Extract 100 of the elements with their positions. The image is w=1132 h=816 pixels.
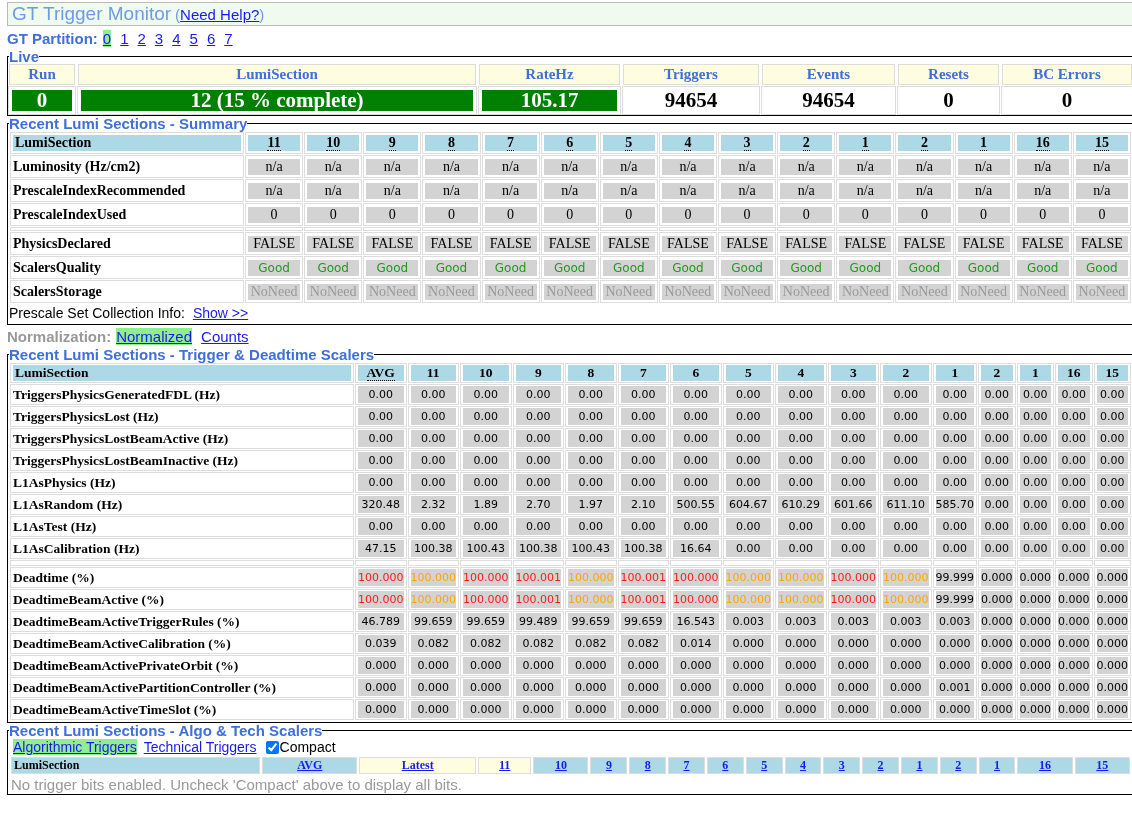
row-label: TriggersPhysicsLost (Hz): [13, 409, 159, 424]
table-cell: 99.999: [935, 591, 974, 608]
normalization-link[interactable]: Counts: [201, 328, 249, 345]
column-header: RateHz: [479, 64, 620, 85]
normalization-label: Normalization:: [7, 328, 112, 345]
table-cell: 100.000: [463, 591, 509, 608]
section-title: Recent Lumi Sections - Trigger & Deadtime Scalers: [9, 347, 375, 362]
column-header: 7: [484, 135, 537, 151]
table-cell: 0.00: [515, 430, 561, 447]
normalization-link[interactable]: Normalized: [116, 328, 193, 345]
column-header: 10: [463, 365, 509, 381]
column-link[interactable]: 2: [955, 758, 962, 772]
table-cell: 0.000: [778, 657, 824, 674]
table-cell: n/a: [1075, 158, 1128, 175]
table-cell: 0.082: [463, 635, 509, 652]
column-link[interactable]: 6: [722, 758, 729, 772]
table-cell: 0.00: [1096, 518, 1128, 535]
table-cell: NoNeed: [898, 283, 951, 300]
column-link[interactable]: 4: [799, 758, 806, 772]
table-cell: 0.00: [778, 540, 824, 557]
row-label: L1AsTest (Hz): [13, 519, 97, 534]
table-cell: 0.00: [1058, 452, 1090, 469]
table-cell: FALSE: [721, 235, 774, 252]
column-link[interactable]: 2: [877, 758, 884, 772]
table-cell: 100.43: [568, 540, 614, 557]
table-cell: 0.00: [410, 474, 456, 491]
table-cell: 0.000: [463, 657, 509, 674]
table-cell: 0.000: [1019, 657, 1051, 674]
table-cell: NoNeed: [484, 283, 537, 300]
row-label: PrescaleIndexRecommended: [13, 183, 186, 198]
table-cell: 0.003: [778, 613, 824, 630]
table-cell: 0.000: [981, 701, 1013, 718]
column-link[interactable]: Latest: [401, 758, 434, 772]
partition-link[interactable]: 2: [137, 30, 146, 47]
partition-link[interactable]: 3: [154, 30, 164, 47]
table-cell: n/a: [366, 182, 419, 199]
table-cell: NoNeed: [425, 283, 478, 300]
table-cell: 0.00: [778, 408, 824, 425]
table-cell: Good: [721, 259, 774, 276]
table-cell: 0.082: [515, 635, 561, 652]
table-cell: 0.00: [463, 452, 509, 469]
column-header: 4: [778, 365, 824, 381]
table-cell: 0.000: [981, 613, 1013, 630]
table-cell: 0: [307, 206, 360, 223]
table-cell: 0.00: [981, 518, 1013, 535]
column-link[interactable]: 8: [644, 758, 651, 772]
table-cell: 0.000: [1096, 679, 1128, 696]
table-cell: 0.000: [620, 701, 666, 718]
column-header: Run: [9, 64, 75, 85]
table-cell: n/a: [721, 182, 774, 199]
live-value: 94654: [762, 87, 895, 114]
trigger-tab[interactable]: Technical Triggers: [143, 739, 257, 755]
empty-message: No trigger bits enabled. Uncheck 'Compact' above to display all bits.: [10, 776, 463, 793]
partition-link[interactable]: 7: [224, 30, 233, 47]
column-link[interactable]: 3: [838, 758, 845, 772]
column-link[interactable]: 9: [605, 758, 612, 772]
help-link[interactable]: Need Help?: [180, 6, 260, 23]
table-cell: 0: [248, 206, 301, 223]
row-label: DeadtimeBeamActivePartitionController (%): [13, 680, 277, 695]
partition-link[interactable]: 0: [102, 30, 112, 47]
column-link[interactable]: 10: [554, 758, 567, 772]
compact-checkbox[interactable]: [265, 740, 279, 754]
table-cell: 100.000: [725, 569, 771, 586]
partition-link[interactable]: 4: [172, 30, 181, 47]
row-label: ScalersQuality: [13, 260, 101, 275]
table-cell: 0.00: [463, 518, 509, 535]
column-header: 5: [602, 135, 655, 151]
column-link[interactable]: AVG: [297, 758, 323, 772]
trigger-tab[interactable]: Algorithmic Triggers: [13, 739, 137, 755]
table-cell: FALSE: [366, 235, 419, 252]
column-link[interactable]: 15: [1096, 758, 1109, 772]
table-cell: 0.00: [1019, 386, 1051, 403]
table-cell: n/a: [1016, 182, 1069, 199]
table-cell: 0.00: [515, 386, 561, 403]
column-header: 2: [780, 135, 833, 151]
column-link[interactable]: 5: [761, 758, 768, 772]
row-label: ScalersStorage: [13, 284, 102, 299]
table-cell: 0.000: [568, 701, 614, 718]
table-cell: 0.00: [410, 430, 456, 447]
column-header: 2: [981, 365, 1013, 381]
partition-link[interactable]: 5: [189, 30, 198, 47]
table-cell: 0.00: [1058, 430, 1090, 447]
table-cell: 0: [602, 206, 655, 223]
column-link[interactable]: 1: [916, 758, 923, 772]
column-header: Triggers: [623, 64, 759, 85]
table-cell: 0.00: [1096, 408, 1128, 425]
partition-link[interactable]: 6: [206, 30, 216, 47]
column-link[interactable]: 11: [499, 758, 511, 772]
column-link[interactable]: 1: [994, 758, 1000, 772]
table-cell: Good: [780, 259, 833, 276]
show-link[interactable]: Show >>: [192, 305, 249, 321]
table-cell: n/a: [780, 158, 833, 175]
partition-link[interactable]: 1: [120, 30, 129, 47]
table-cell: 100.38: [620, 540, 666, 557]
table-cell: n/a: [721, 158, 774, 175]
table-cell: 0.00: [725, 518, 771, 535]
table-cell: 0.000: [981, 635, 1013, 652]
column-link[interactable]: 16: [1039, 758, 1052, 772]
column-link[interactable]: 7: [683, 758, 690, 772]
table-cell: FALSE: [839, 235, 892, 252]
